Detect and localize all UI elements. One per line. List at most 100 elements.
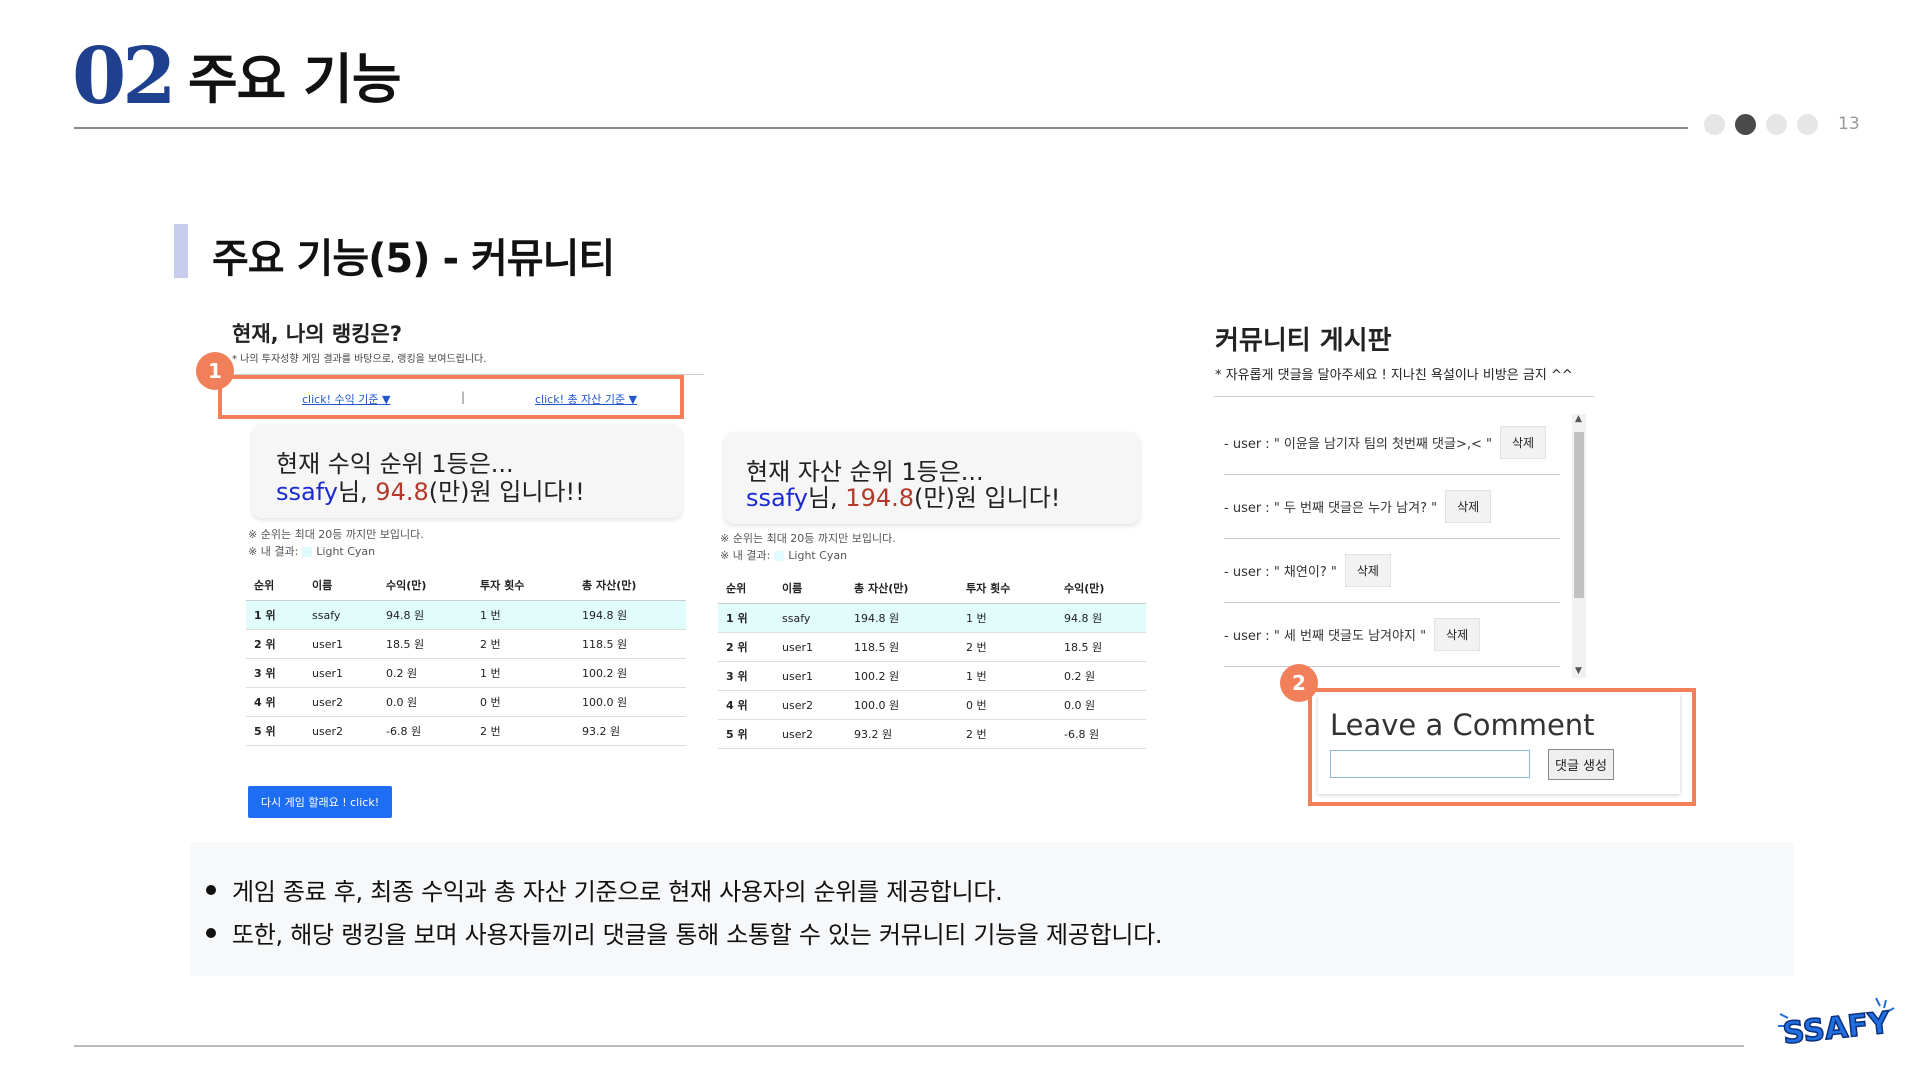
column-header: 이름 [304,570,378,601]
scroll-up-icon[interactable]: ▲ [1575,414,1582,424]
table-cell: user2 [304,687,378,717]
max-rank-note: ※ 순위는 최대 20등 까지만 보입니다. [720,532,896,545]
page-indicator [1704,114,1818,135]
table-cell: 4 위 [246,687,304,717]
scroll-down-icon[interactable]: ▼ [1575,666,1582,676]
table-cell: 0 번 [472,687,574,717]
ranking-note: * 나의 투자성향 게임 결과를 바탕으로, 랭킹을 보여드립니다. [232,354,487,365]
my-result-note: ※ 내 결과: Light Cyan [248,543,424,560]
scrollbar-thumb[interactable] [1574,432,1584,598]
delete-comment-button[interactable]: 삭제 [1445,489,1492,523]
comment-list[interactable]: - user : " 이윤을 남기자 팀의 첫번째 댓글>,< " 삭제 - use… [1214,410,1592,682]
table-cell: user2 [304,716,378,746]
comment-input[interactable] [1330,750,1530,778]
comment-item: - user : " 세 번째 댓글도 남겨야지 " 삭제 [1224,602,1560,667]
my-result-label: ※ 내 결과: [720,549,771,562]
slide-subtitle: 주요 기능(5) - 커뮤니티 [212,236,615,282]
delete-comment-button[interactable]: 삭제 [1499,425,1547,459]
table-cell: 118.5 원 [846,632,958,662]
summary-box [190,842,1794,976]
table-cell: 0.2 원 [1056,661,1146,691]
top-user-name: ssafy [746,484,808,512]
table-row: 2 위 user1 118.5 원2 번 18.5 원 [718,632,1146,662]
callout-badge-2: 2 [1280,664,1318,702]
column-header: 수익(만) [1056,573,1146,604]
table-cell: 1 위 [718,603,774,633]
highlight-box-comment-form [1308,688,1696,806]
comment-item: - user : " 채연이? " 삭제 [1224,538,1560,603]
delete-comment-button[interactable]: 삭제 [1344,553,1391,587]
sort-by-asset-link[interactable]: click! 총 자산 기준 ▼ [535,391,637,407]
page-number: 13 [1838,114,1860,134]
bullet-text: 게임 종료 후, 최종 수익과 총 자산 기준으로 현재 사용자의 순위를 제공… [232,878,1003,906]
section-number: 02 [72,31,177,122]
create-comment-button[interactable]: 댓글 생성 [1548,749,1614,780]
table-row: 4 위 user2 0.0 원0 번 100.0 원 [246,687,686,717]
table-cell: 0 번 [958,690,1056,720]
table-cell: user1 [774,632,846,662]
table-cell: 5 위 [246,716,304,746]
table-cell: 194.8 원 [574,600,686,630]
table-cell: 3 위 [718,661,774,691]
comment-text: - user : " 이윤을 남기자 팀의 첫번째 댓글>,< " [1224,436,1492,452]
table-cell: 100.2 원 [574,658,686,688]
table-row: 4 위 user2 100.0 원0 번 0.0 원 [718,690,1146,720]
table-cell: 0.0 원 [378,687,472,717]
community-divider [1214,396,1594,397]
delete-comment-button[interactable]: 삭제 [1325,681,1373,682]
table-cell: 1 번 [472,600,574,630]
profit-top-card: 현재 수익 순위 1등은... ssafy님, 94.8(만)원 입니다!! [252,424,682,518]
table-cell: 93.2 원 [574,716,686,746]
table-cell: 2 번 [958,632,1056,662]
comment-text: - user : " 채연이? " [1224,564,1337,580]
bullet-text: 또한, 해당 랭킹을 보며 사용자들끼리 댓글을 통해 소통할 수 있는 커뮤니… [232,921,1163,949]
bullet-dot-icon [206,884,216,895]
comment-text: - user : " 세 번째 댓글도 남겨야지 " [1224,628,1427,644]
column-header: 순위 [246,570,304,601]
table-row: 1 위 ssafy 94.8 원1 번 194.8 원 [246,600,686,630]
table-cell: 93.2 원 [846,719,958,749]
bullet-item: 또한, 해당 랭킹을 보며 사용자들끼리 댓글을 통해 소통할 수 있는 커뮤니… [206,915,1163,950]
column-header: 총 자산(만) [846,573,958,604]
subtitle-accent-bar [174,224,188,278]
card-text: (만)원 입니다!! [428,478,585,506]
table-cell: 100.0 원 [574,687,686,717]
top-user-name: ssafy [276,478,338,506]
comment-item: - user : " 이윤을 남기자 팀의 첫번째 댓글>,< " 삭제 [1224,410,1560,475]
table-cell: 18.5 원 [1056,632,1146,662]
leave-comment-title: Leave a Comment [1330,708,1595,742]
table-cell: 1 번 [958,603,1056,633]
table-cell: 18.5 원 [378,629,472,659]
table-cell: 5 위 [718,719,774,749]
table-row: 1 위 ssafy 194.8 원1 번 94.8 원 [718,603,1146,633]
section-title: 주요 기능 [188,48,402,111]
profit-ranking-table: 순위 이름 수익(만) 투자 횟수 총 자산(만) 1 위 ssafy 94.8 원1 번1… [246,570,686,746]
community-note: * 자유롭게 댓글을 달아주세요 ! 지나친 욕설이나 비방은 금지 ^^ [1215,368,1573,383]
table-cell: 1 번 [472,658,574,688]
table-cell: ssafy [774,603,846,633]
table-header-row: 순위 이름 수익(만) 투자 횟수 총 자산(만) [246,570,686,601]
sort-by-profit-link[interactable]: click! 수익 기준 ▼ [302,391,390,407]
link-separator: | [461,390,466,404]
column-header: 이름 [774,573,846,604]
top-amount: 94.8 [375,478,429,506]
page-dot [1797,114,1818,135]
delete-comment-button[interactable]: 삭제 [1434,617,1481,651]
asset-ranking-table: 순위 이름 총 자산(만) 투자 횟수 수익(만) 1 위 ssafy 194.8 원1 번… [718,573,1146,749]
card-text: 님, [337,478,376,506]
replay-game-button[interactable]: 다시 게임 할래요 ! click! [248,786,392,818]
table-cell: ssafy [304,600,378,630]
profit-card-line2: ssafy님, 94.8(만)원 입니다!! [276,472,585,507]
table-cell: 0.0 원 [1056,690,1146,720]
table-cell: 1 위 [246,600,304,630]
table-row: 2 위 user1 18.5 원2 번 118.5 원 [246,629,686,659]
table-cell: user1 [304,658,378,688]
my-result-note: ※ 내 결과: Light Cyan [720,547,896,564]
asset-card-line2: ssafy님, 194.8(만)원 입니다! [746,478,1060,513]
page-dot [1766,114,1787,135]
column-header: 수익(만) [378,570,472,601]
table-cell: 2 번 [958,719,1056,749]
table-cell: 4 위 [718,690,774,720]
max-rank-note: ※ 순위는 최대 20등 까지만 보입니다. [248,528,424,541]
table-cell: 2 번 [472,716,574,746]
